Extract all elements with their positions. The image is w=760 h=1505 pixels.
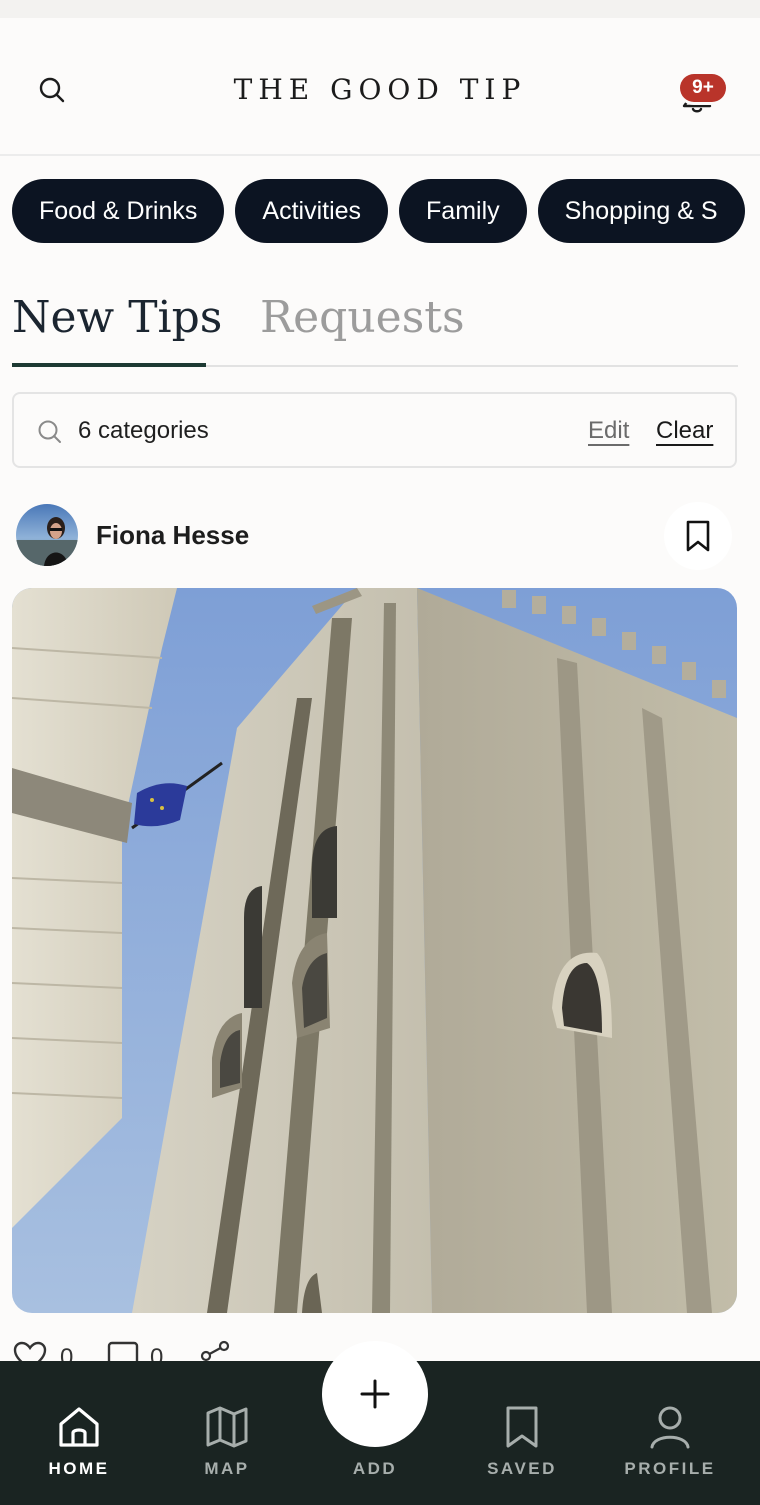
nav-map[interactable]: MAP bbox=[162, 1361, 292, 1505]
category-chips: Food & Drinks Activities Family Shopping & … bbox=[12, 179, 760, 243]
app-header: THE GOOD TIP 9+ bbox=[0, 18, 760, 156]
filter-summary: 6 categories bbox=[78, 417, 209, 444]
nav-home-label: HOME bbox=[48, 1459, 110, 1478]
save-post-button[interactable] bbox=[664, 502, 732, 570]
active-tab-indicator bbox=[12, 363, 206, 367]
nav-profile-label: PROFILE bbox=[624, 1459, 716, 1478]
post-author-name[interactable]: Fiona Hesse bbox=[96, 519, 249, 551]
category-filter-bar[interactable]: 6 categories Edit Clear bbox=[12, 392, 737, 468]
chip-activities[interactable]: Activities bbox=[235, 179, 389, 243]
nav-profile[interactable]: PROFILE bbox=[605, 1361, 735, 1505]
nav-add-label: ADD bbox=[352, 1459, 398, 1478]
chip-shopping[interactable]: Shopping & S bbox=[537, 179, 745, 243]
edit-filter-link[interactable]: Edit bbox=[588, 416, 629, 446]
tab-new-tips[interactable]: New Tips bbox=[12, 288, 222, 348]
map-icon bbox=[206, 1406, 248, 1448]
avatar[interactable] bbox=[16, 504, 78, 566]
feed-tabs: New Tips Requests bbox=[12, 284, 738, 367]
add-tip-button[interactable] bbox=[322, 1341, 428, 1447]
nav-saved-label: SAVED bbox=[487, 1459, 557, 1478]
post-photo[interactable] bbox=[12, 588, 737, 1313]
nav-home[interactable]: HOME bbox=[14, 1361, 144, 1505]
search-icon bbox=[38, 420, 61, 443]
chip-food-drinks[interactable]: Food & Drinks bbox=[12, 179, 225, 243]
notification-badge: 9+ bbox=[680, 74, 726, 102]
home-icon bbox=[59, 1407, 99, 1447]
app-title: THE GOOD TIP bbox=[233, 73, 527, 106]
nav-map-label: MAP bbox=[204, 1459, 250, 1478]
bookmark-icon bbox=[506, 1406, 538, 1448]
tab-requests[interactable]: Requests bbox=[260, 288, 465, 348]
status-bar bbox=[0, 0, 760, 18]
user-icon bbox=[650, 1406, 690, 1449]
nav-saved[interactable]: SAVED bbox=[457, 1361, 587, 1505]
bookmark-icon bbox=[686, 520, 710, 552]
chip-family[interactable]: Family bbox=[399, 179, 527, 243]
plus-icon bbox=[360, 1379, 390, 1409]
clear-filter-link[interactable]: Clear bbox=[656, 416, 713, 446]
